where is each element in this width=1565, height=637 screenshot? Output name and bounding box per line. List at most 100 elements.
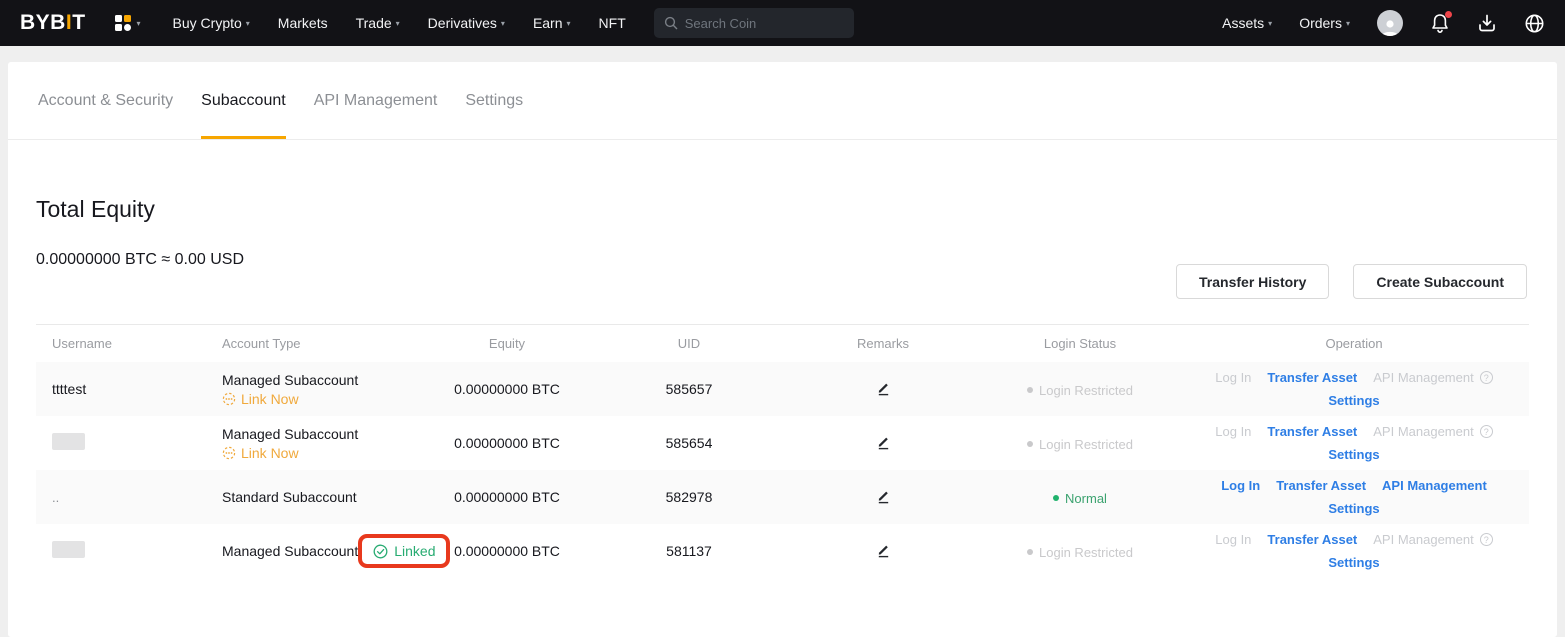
cell-username: .. <box>36 489 206 505</box>
nav-item-buy-crypto[interactable]: Buy Crypto▾ <box>173 15 250 31</box>
table-header-row: Username Account Type Equity UID Remarks… <box>36 325 1529 362</box>
settings-link[interactable]: Settings <box>1328 555 1379 570</box>
search-input[interactable] <box>685 16 835 31</box>
nav-label: Trade <box>356 15 392 31</box>
info-icon[interactable]: ? <box>1480 371 1493 384</box>
cell-equity: 0.00000000 BTC <box>421 435 593 451</box>
chevron-down-icon: ▾ <box>1346 18 1350 28</box>
notifications-button[interactable] <box>1430 13 1450 34</box>
cell-account-type: Managed Subaccount Link Now <box>206 426 421 461</box>
uid-value: 581137 <box>666 543 712 559</box>
tab-api-management[interactable]: API Management <box>314 62 438 139</box>
redacted-username-block <box>52 541 85 558</box>
nav-item-orders[interactable]: Orders▾ <box>1299 15 1350 31</box>
nav-item-earn[interactable]: Earn▾ <box>533 15 571 31</box>
apps-menu-button[interactable]: ▾ <box>114 14 141 32</box>
link-now-link[interactable]: Link Now <box>222 445 421 461</box>
user-avatar[interactable] <box>1377 10 1403 36</box>
transfer-asset-link[interactable]: Transfer Asset <box>1276 478 1366 493</box>
equity-value: 0.00000000 BTC <box>454 435 560 451</box>
chevron-down-icon: ▾ <box>137 18 141 28</box>
header-remarks: Remarks <box>785 336 981 351</box>
log-in-link[interactable]: Log In <box>1215 424 1251 439</box>
cell-remarks <box>785 488 981 507</box>
status-badge: Login Restricted <box>1027 545 1133 560</box>
edit-remarks-button[interactable] <box>876 434 891 453</box>
nav-label: NFT <box>599 15 626 31</box>
link-now-icon <box>222 446 236 460</box>
notification-dot <box>1445 11 1452 18</box>
language-button[interactable] <box>1524 13 1545 34</box>
nav-label: Derivatives <box>428 15 497 31</box>
info-icon[interactable]: ? <box>1480 533 1493 546</box>
logo-text: BYB <box>20 11 66 34</box>
log-in-link[interactable]: Log In <box>1221 478 1260 493</box>
chevron-down-icon: ▾ <box>501 18 505 28</box>
equity-value: 0.00000000 BTC <box>454 381 560 397</box>
nav-item-nft[interactable]: NFT <box>599 15 626 31</box>
edit-remarks-button[interactable] <box>876 542 891 561</box>
cell-username: ttttest <box>36 381 206 397</box>
link-now-label: Link Now <box>241 445 299 461</box>
cell-equity: 0.00000000 BTC <box>421 489 593 505</box>
person-icon <box>1380 18 1400 36</box>
nav-item-trade[interactable]: Trade ▾ <box>356 15 400 31</box>
cell-operation: Log In Transfer Asset API Management ? S… <box>1179 370 1529 408</box>
equity-value: 0.00000000 BTC <box>454 543 560 559</box>
cell-login-status: Normal <box>981 488 1179 506</box>
link-now-label: Link Now <box>241 391 299 407</box>
download-icon <box>1477 13 1497 33</box>
log-in-link[interactable]: Log In <box>1215 370 1251 385</box>
cell-remarks <box>785 434 981 453</box>
edit-remarks-button[interactable] <box>876 488 891 507</box>
tab-subaccount[interactable]: Subaccount <box>201 62 286 139</box>
search-box[interactable] <box>654 8 854 38</box>
nav-item-derivatives[interactable]: Derivatives ▾ <box>428 15 505 31</box>
table-row: Managed Subaccount Linked 0.00000000 BTC… <box>36 524 1529 578</box>
uid-value: 585654 <box>666 435 713 451</box>
info-icon[interactable]: ? <box>1480 425 1493 438</box>
cell-remarks <box>785 542 981 561</box>
uid-value: 582978 <box>666 489 713 505</box>
edit-icon <box>876 542 891 558</box>
edit-icon <box>876 434 891 450</box>
cell-account-type: Managed Subaccount Link Now <box>206 372 421 407</box>
chevron-down-icon: ▾ <box>246 18 250 28</box>
settings-link[interactable]: Settings <box>1328 501 1379 516</box>
log-in-link[interactable]: Log In <box>1215 532 1251 547</box>
settings-link[interactable]: Settings <box>1328 393 1379 408</box>
summary-buttons: Transfer History Create Subaccount <box>1176 264 1527 299</box>
transfer-history-button[interactable]: Transfer History <box>1176 264 1329 299</box>
transfer-asset-link[interactable]: Transfer Asset <box>1267 424 1357 439</box>
nav-item-markets[interactable]: Markets <box>278 15 328 31</box>
header-login-status: Login Status <box>981 336 1179 351</box>
transfer-asset-link[interactable]: Transfer Asset <box>1267 532 1357 547</box>
operation-line-1: Log In Transfer Asset API Management ? <box>1179 370 1529 385</box>
link-now-link[interactable]: Link Now <box>222 391 421 407</box>
tab-account-security[interactable]: Account & Security <box>38 62 173 139</box>
table-row: .. Standard Subaccount 0.00000000 BTC 58… <box>36 470 1529 524</box>
api-management-link[interactable]: API Management <box>1373 370 1473 385</box>
operation-line-2: Settings <box>1179 393 1529 408</box>
chevron-down-icon: ▾ <box>396 18 400 28</box>
api-management-link[interactable]: API Management <box>1382 478 1487 493</box>
cell-operation: Log In Transfer Asset API Management Set… <box>1179 478 1529 516</box>
status-dot-icon <box>1027 549 1033 555</box>
bybit-logo[interactable]: BYBIT <box>20 11 86 35</box>
transfer-asset-link[interactable]: Transfer Asset <box>1267 370 1357 385</box>
status-badge: Login Restricted <box>1027 383 1133 398</box>
create-subaccount-button[interactable]: Create Subaccount <box>1353 264 1527 299</box>
settings-link[interactable]: Settings <box>1328 447 1379 462</box>
download-app-button[interactable] <box>1477 13 1497 33</box>
api-management-link[interactable]: API Management <box>1373 424 1473 439</box>
api-management-link[interactable]: API Management <box>1373 532 1473 547</box>
operation-line-2: Settings <box>1179 555 1529 570</box>
edit-remarks-button[interactable] <box>876 380 891 399</box>
cell-uid: 582978 <box>593 489 785 505</box>
cell-login-status: Login Restricted <box>981 434 1179 452</box>
tab-settings[interactable]: Settings <box>465 62 523 139</box>
nav-item-assets[interactable]: Assets▾ <box>1222 15 1272 31</box>
status-dot-icon <box>1027 441 1033 447</box>
cell-operation: Log In Transfer Asset API Management ? S… <box>1179 424 1529 462</box>
globe-icon <box>1524 13 1545 34</box>
